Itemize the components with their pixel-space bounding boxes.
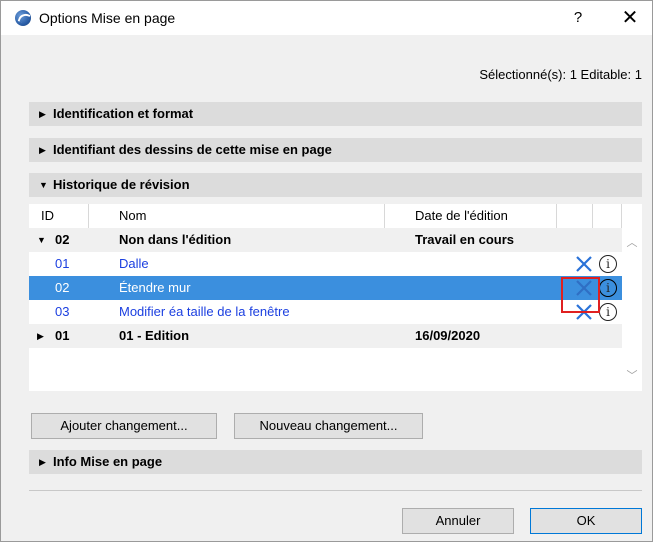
- row-name: Étendre mur: [119, 280, 191, 295]
- row-name: Dalle: [119, 256, 149, 271]
- table-row-group[interactable]: ▼ 02 Non dans l'édition Travail en cours: [29, 228, 622, 252]
- row-id: 02: [55, 232, 70, 247]
- row-date: Travail en cours: [415, 232, 514, 247]
- close-button[interactable]: ✕: [616, 5, 644, 31]
- section-drawing-ids-header[interactable]: ▶ Identifiant des dessins de cette mise …: [29, 138, 642, 162]
- collapse-arrow-icon: ▼: [39, 180, 48, 190]
- section-revision-history-header[interactable]: ▼ Historique de révision: [29, 173, 642, 197]
- column-header-name[interactable]: Nom: [89, 204, 385, 228]
- revision-table: ID Nom Date de l'édition ▼ 02 Non dans l…: [29, 204, 642, 391]
- column-header-id[interactable]: ID: [29, 204, 89, 228]
- info-icon[interactable]: i: [599, 303, 617, 321]
- footer-divider: [29, 490, 642, 491]
- row-id: 02: [55, 280, 70, 295]
- row-id: 03: [55, 304, 70, 319]
- table-row-selected[interactable]: 02 Étendre mur i: [29, 276, 622, 300]
- options-dialog: Options Mise en page ? ✕ Sélectionné(s):…: [0, 0, 653, 542]
- section-label: Identification et format: [53, 106, 194, 121]
- row-name: 01 - Edition: [119, 328, 190, 343]
- add-change-button[interactable]: Ajouter changement...: [31, 413, 217, 439]
- table-row[interactable]: 03 Modifier éa taille de la fenêtre i: [29, 300, 622, 324]
- scroll-down-chevron-icon[interactable]: ﹀: [622, 367, 642, 385]
- title-bar: Options Mise en page ? ✕: [1, 1, 652, 35]
- column-header-info: [593, 204, 622, 228]
- expand-arrow-icon: ▶: [39, 109, 46, 119]
- row-date: 16/09/2020: [415, 328, 481, 343]
- cancel-button[interactable]: Annuler: [402, 508, 514, 534]
- info-icon[interactable]: i: [599, 279, 617, 297]
- section-label: Identifiant des dessins de cette mise en…: [53, 142, 332, 157]
- highlight-annotation: [561, 277, 600, 313]
- expand-arrow-icon: ▶: [39, 145, 46, 155]
- row-name: Modifier éa taille de la fenêtre: [119, 304, 290, 319]
- section-identification-header[interactable]: ▶ Identification et format: [29, 102, 642, 126]
- table-scrollbar[interactable]: ︿ ﹀: [622, 228, 642, 391]
- expand-arrow-icon[interactable]: ▶: [37, 324, 44, 348]
- selection-info: Sélectionné(s): 1 Editable: 1: [479, 67, 642, 82]
- section-label: Info Mise en page: [53, 454, 163, 469]
- help-button[interactable]: ?: [566, 7, 590, 29]
- table-header: ID Nom Date de l'édition: [29, 204, 622, 228]
- row-id: 01: [55, 256, 70, 271]
- row-name: Non dans l'édition: [119, 232, 232, 247]
- info-icon[interactable]: i: [599, 255, 617, 273]
- row-id: 01: [55, 328, 70, 343]
- scroll-up-chevron-icon[interactable]: ︿: [622, 234, 642, 252]
- archicad-app-icon: [15, 10, 31, 26]
- table-row[interactable]: 01 Dalle i: [29, 252, 622, 276]
- section-layout-info-header[interactable]: ▶ Info Mise en page: [29, 450, 642, 474]
- dialog-title: Options Mise en page: [39, 10, 176, 26]
- new-change-button[interactable]: Nouveau changement...: [234, 413, 423, 439]
- section-label: Historique de révision: [53, 177, 190, 192]
- column-header-date[interactable]: Date de l'édition: [385, 204, 557, 228]
- table-row-group[interactable]: ▶ 01 01 - Edition 16/09/2020: [29, 324, 622, 348]
- delete-x-icon[interactable]: [574, 254, 594, 274]
- column-header-delete: [557, 204, 593, 228]
- ok-button[interactable]: OK: [530, 508, 642, 534]
- expand-arrow-icon: ▶: [39, 457, 46, 467]
- collapse-arrow-icon[interactable]: ▼: [37, 228, 46, 252]
